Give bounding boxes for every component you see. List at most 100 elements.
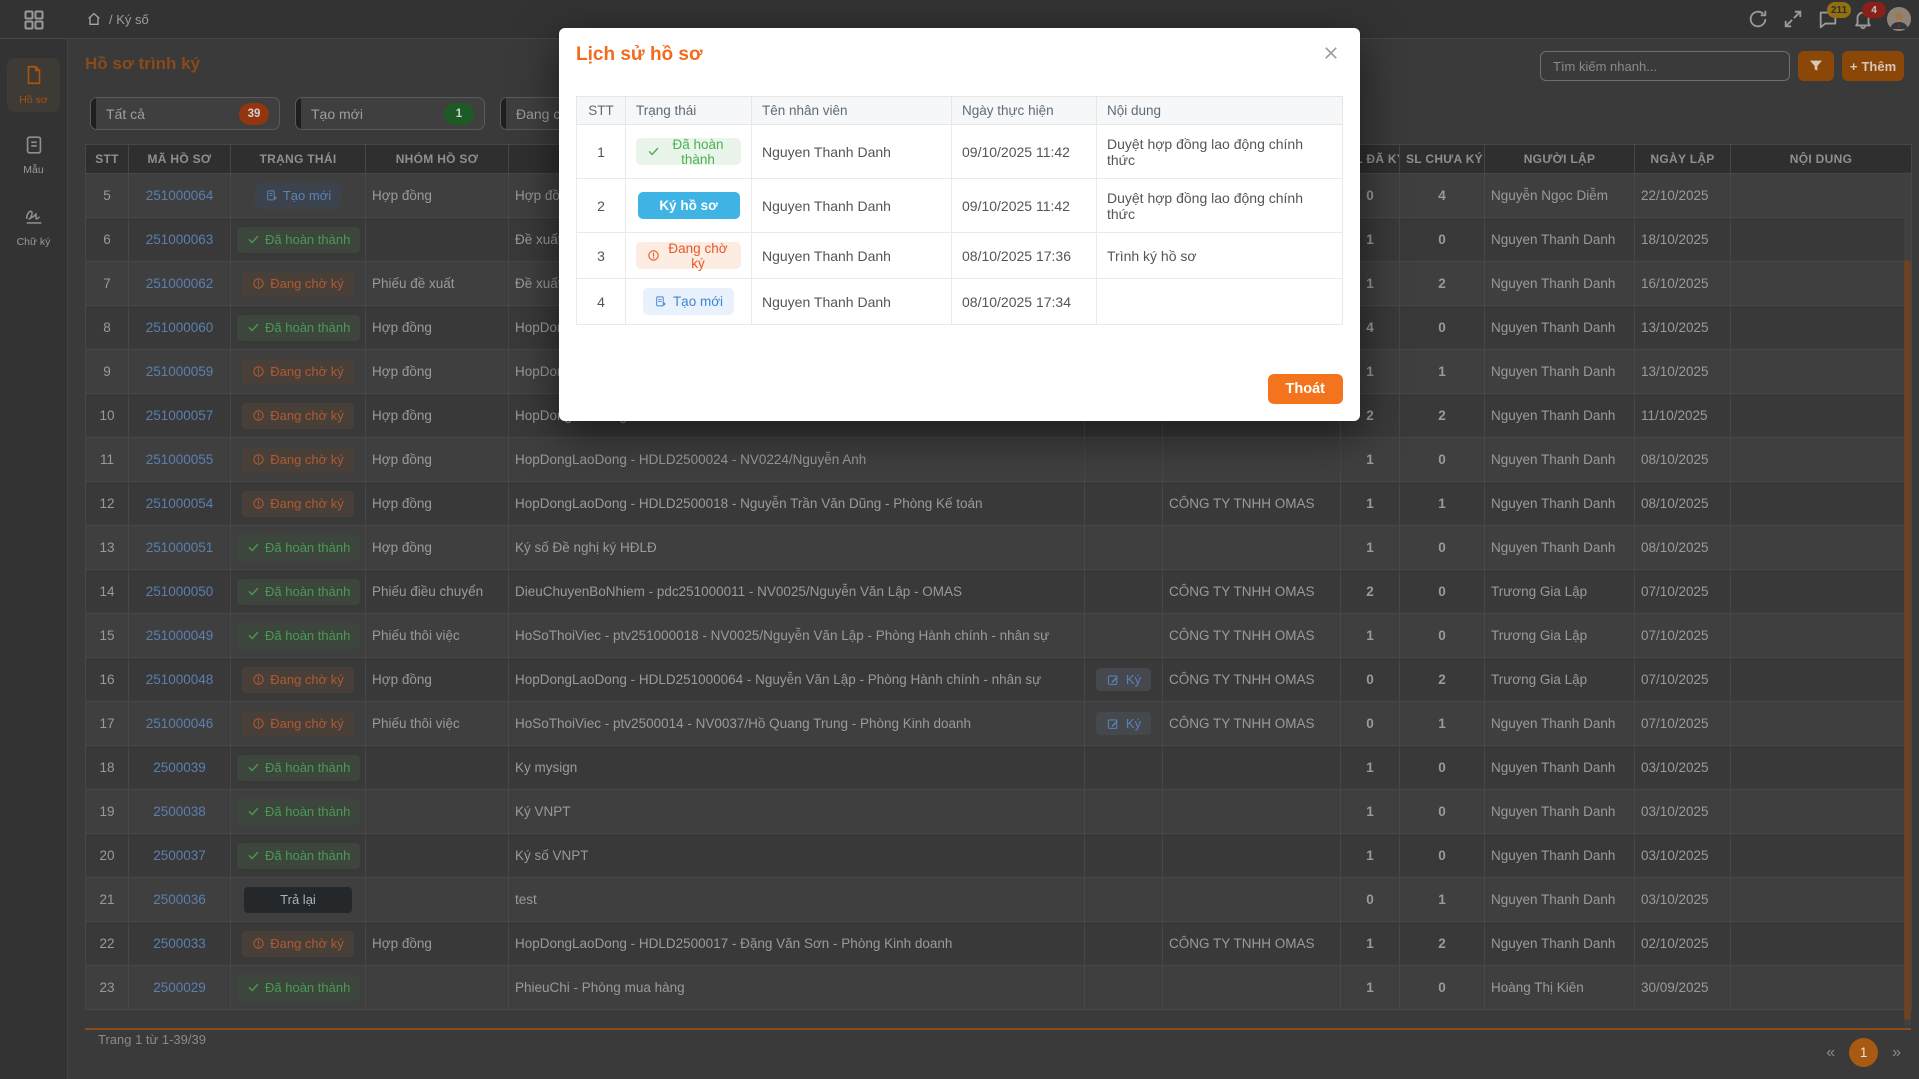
document-code-link[interactable]: 2500036 [153, 892, 206, 907]
cell-name: DieuChuyenBoNhiem - pdc251000011 - NV002… [509, 570, 1085, 614]
add-button-label: Thêm [1861, 59, 1896, 74]
document-code-link[interactable]: 251000049 [146, 628, 214, 643]
notifications-bell-icon[interactable]: 4 [1852, 8, 1874, 30]
cell-stt: 12 [86, 482, 129, 526]
cell-content [1731, 218, 1912, 262]
user-avatar[interactable] [1887, 7, 1911, 31]
cell-code: 251000049 [129, 614, 231, 658]
history-cell-status: Đang chờ ký [626, 233, 752, 279]
cell-code: 251000046 [129, 702, 231, 746]
close-icon[interactable] [1318, 40, 1344, 66]
search-input[interactable] [1551, 58, 1779, 75]
sign-button[interactable]: Ký [1096, 668, 1151, 691]
cell-creator: Nguyen Thanh Danh [1485, 526, 1635, 570]
cell-code: 251000051 [129, 526, 231, 570]
cell-creator: Nguyen Thanh Danh [1485, 262, 1635, 306]
next-page-button[interactable]: » [1892, 1044, 1901, 1062]
cell-created-date: 13/10/2025 [1635, 306, 1731, 350]
tab-tao-moi[interactable]: Tạo mới 1 [295, 97, 485, 130]
document-code-link[interactable]: 2500038 [153, 804, 206, 819]
scrollbar-thumb[interactable] [1904, 260, 1911, 1020]
tab-tat-ca[interactable]: Tất cả 39 [90, 97, 280, 130]
sidebar-item-mau[interactable]: Mẫu [7, 128, 60, 182]
page-number-button[interactable]: 1 [1849, 1038, 1878, 1067]
table-row: 12251000054Đang chờ kýHợp đồngHopDongLao… [86, 482, 1912, 526]
document-code-link[interactable]: 251000060 [146, 320, 214, 335]
cell-company: CÔNG TY TNHH OMAS [1163, 614, 1341, 658]
cell-unsigned-count: 0 [1400, 218, 1485, 262]
prev-page-button[interactable]: « [1826, 1044, 1835, 1062]
refresh-icon[interactable] [1747, 8, 1769, 30]
fullscreen-icon[interactable] [1782, 8, 1804, 30]
document-code-link[interactable]: 251000057 [146, 408, 214, 423]
history-cell-date: 09/10/2025 11:42 [952, 125, 1097, 179]
cell-unsigned-count: 0 [1400, 614, 1485, 658]
document-code-link[interactable]: 251000059 [146, 364, 214, 379]
sidebar-item-chu-ky[interactable]: Chữ ký [7, 200, 60, 254]
sidebar-item-ho-so[interactable]: Hồ sơ [7, 58, 60, 112]
vertical-scrollbar[interactable] [1904, 172, 1911, 1027]
history-tbody: 1Đã hoàn thànhNguyen Thanh Danh09/10/202… [577, 125, 1343, 325]
cell-content [1731, 262, 1912, 306]
exit-button[interactable]: Thoát [1268, 374, 1343, 404]
document-code-link[interactable]: 251000051 [146, 540, 214, 555]
home-icon [86, 11, 102, 27]
cell-name: Ky mysign [509, 746, 1085, 790]
add-button[interactable]: + Thêm [1842, 51, 1904, 81]
history-column-header: Ngày thực hiện [952, 97, 1097, 125]
cell-content [1731, 306, 1912, 350]
breadcrumb[interactable]: / Ký số [86, 11, 149, 27]
cell-sign [1085, 526, 1163, 570]
funnel-icon [1808, 58, 1824, 74]
document-code-link[interactable]: 251000063 [146, 232, 214, 247]
document-code-link[interactable]: 251000048 [146, 672, 214, 687]
cell-group [366, 218, 509, 262]
cell-sign [1085, 482, 1163, 526]
document-code-link[interactable]: 2500037 [153, 848, 206, 863]
column-header: STT [86, 145, 129, 174]
status-badge: Đã hoàn thành [237, 623, 360, 649]
cell-stt: 6 [86, 218, 129, 262]
cell-signed-count: 1 [1341, 438, 1400, 482]
sidebar: Hồ sơ Mẫu Chữ ký [0, 0, 68, 1079]
document-code-link[interactable]: 251000050 [146, 584, 214, 599]
cell-status: Đang chờ ký [231, 922, 366, 966]
cell-sign [1085, 966, 1163, 1010]
table-row: 212500036Trả lạitest01Nguyen Thanh Danh0… [86, 878, 1912, 922]
document-code-link[interactable]: 251000062 [146, 276, 214, 291]
cell-group: Hợp đồng [366, 174, 509, 218]
cell-code: 251000048 [129, 658, 231, 702]
cell-group: Hợp đồng [366, 526, 509, 570]
document-code-link[interactable]: 251000055 [146, 452, 214, 467]
document-code-link[interactable]: 251000064 [146, 188, 214, 203]
cell-unsigned-count: 2 [1400, 922, 1485, 966]
cell-unsigned-count: 4 [1400, 174, 1485, 218]
document-code-link[interactable]: 251000046 [146, 716, 214, 731]
cell-unsigned-count: 0 [1400, 746, 1485, 790]
status-badge: Đang chờ ký [242, 403, 354, 429]
cell-status: Đang chờ ký [231, 438, 366, 482]
cell-company: CÔNG TY TNHH OMAS [1163, 702, 1341, 746]
app-grid-icon[interactable] [22, 8, 46, 32]
document-code-link[interactable]: 251000054 [146, 496, 214, 511]
cell-group [366, 878, 509, 922]
cell-status: Đã hoàn thành [231, 746, 366, 790]
sign-button[interactable]: Ký [1096, 712, 1151, 735]
cell-group: Hợp đồng [366, 658, 509, 702]
history-cell-stt: 1 [577, 125, 626, 179]
cell-status: Đã hoàn thành [231, 790, 366, 834]
column-header: MÃ HỒ SƠ [129, 145, 231, 174]
cell-stt: 22 [86, 922, 129, 966]
breadcrumb-label: / Ký số [109, 12, 149, 27]
messages-icon[interactable]: 211 [1817, 8, 1839, 30]
table-row: 192500038Đã hoàn thànhKý VNPT10Nguyen Th… [86, 790, 1912, 834]
filter-button[interactable] [1798, 51, 1834, 81]
cell-content [1731, 526, 1912, 570]
document-icon [23, 64, 45, 91]
document-code-link[interactable]: 2500033 [153, 936, 206, 951]
status-badge: Đã hoàn thành [237, 755, 360, 781]
status-badge: Đang chờ ký [242, 491, 354, 517]
cell-stt: 13 [86, 526, 129, 570]
document-code-link[interactable]: 2500039 [153, 760, 206, 775]
document-code-link[interactable]: 2500029 [153, 980, 206, 995]
